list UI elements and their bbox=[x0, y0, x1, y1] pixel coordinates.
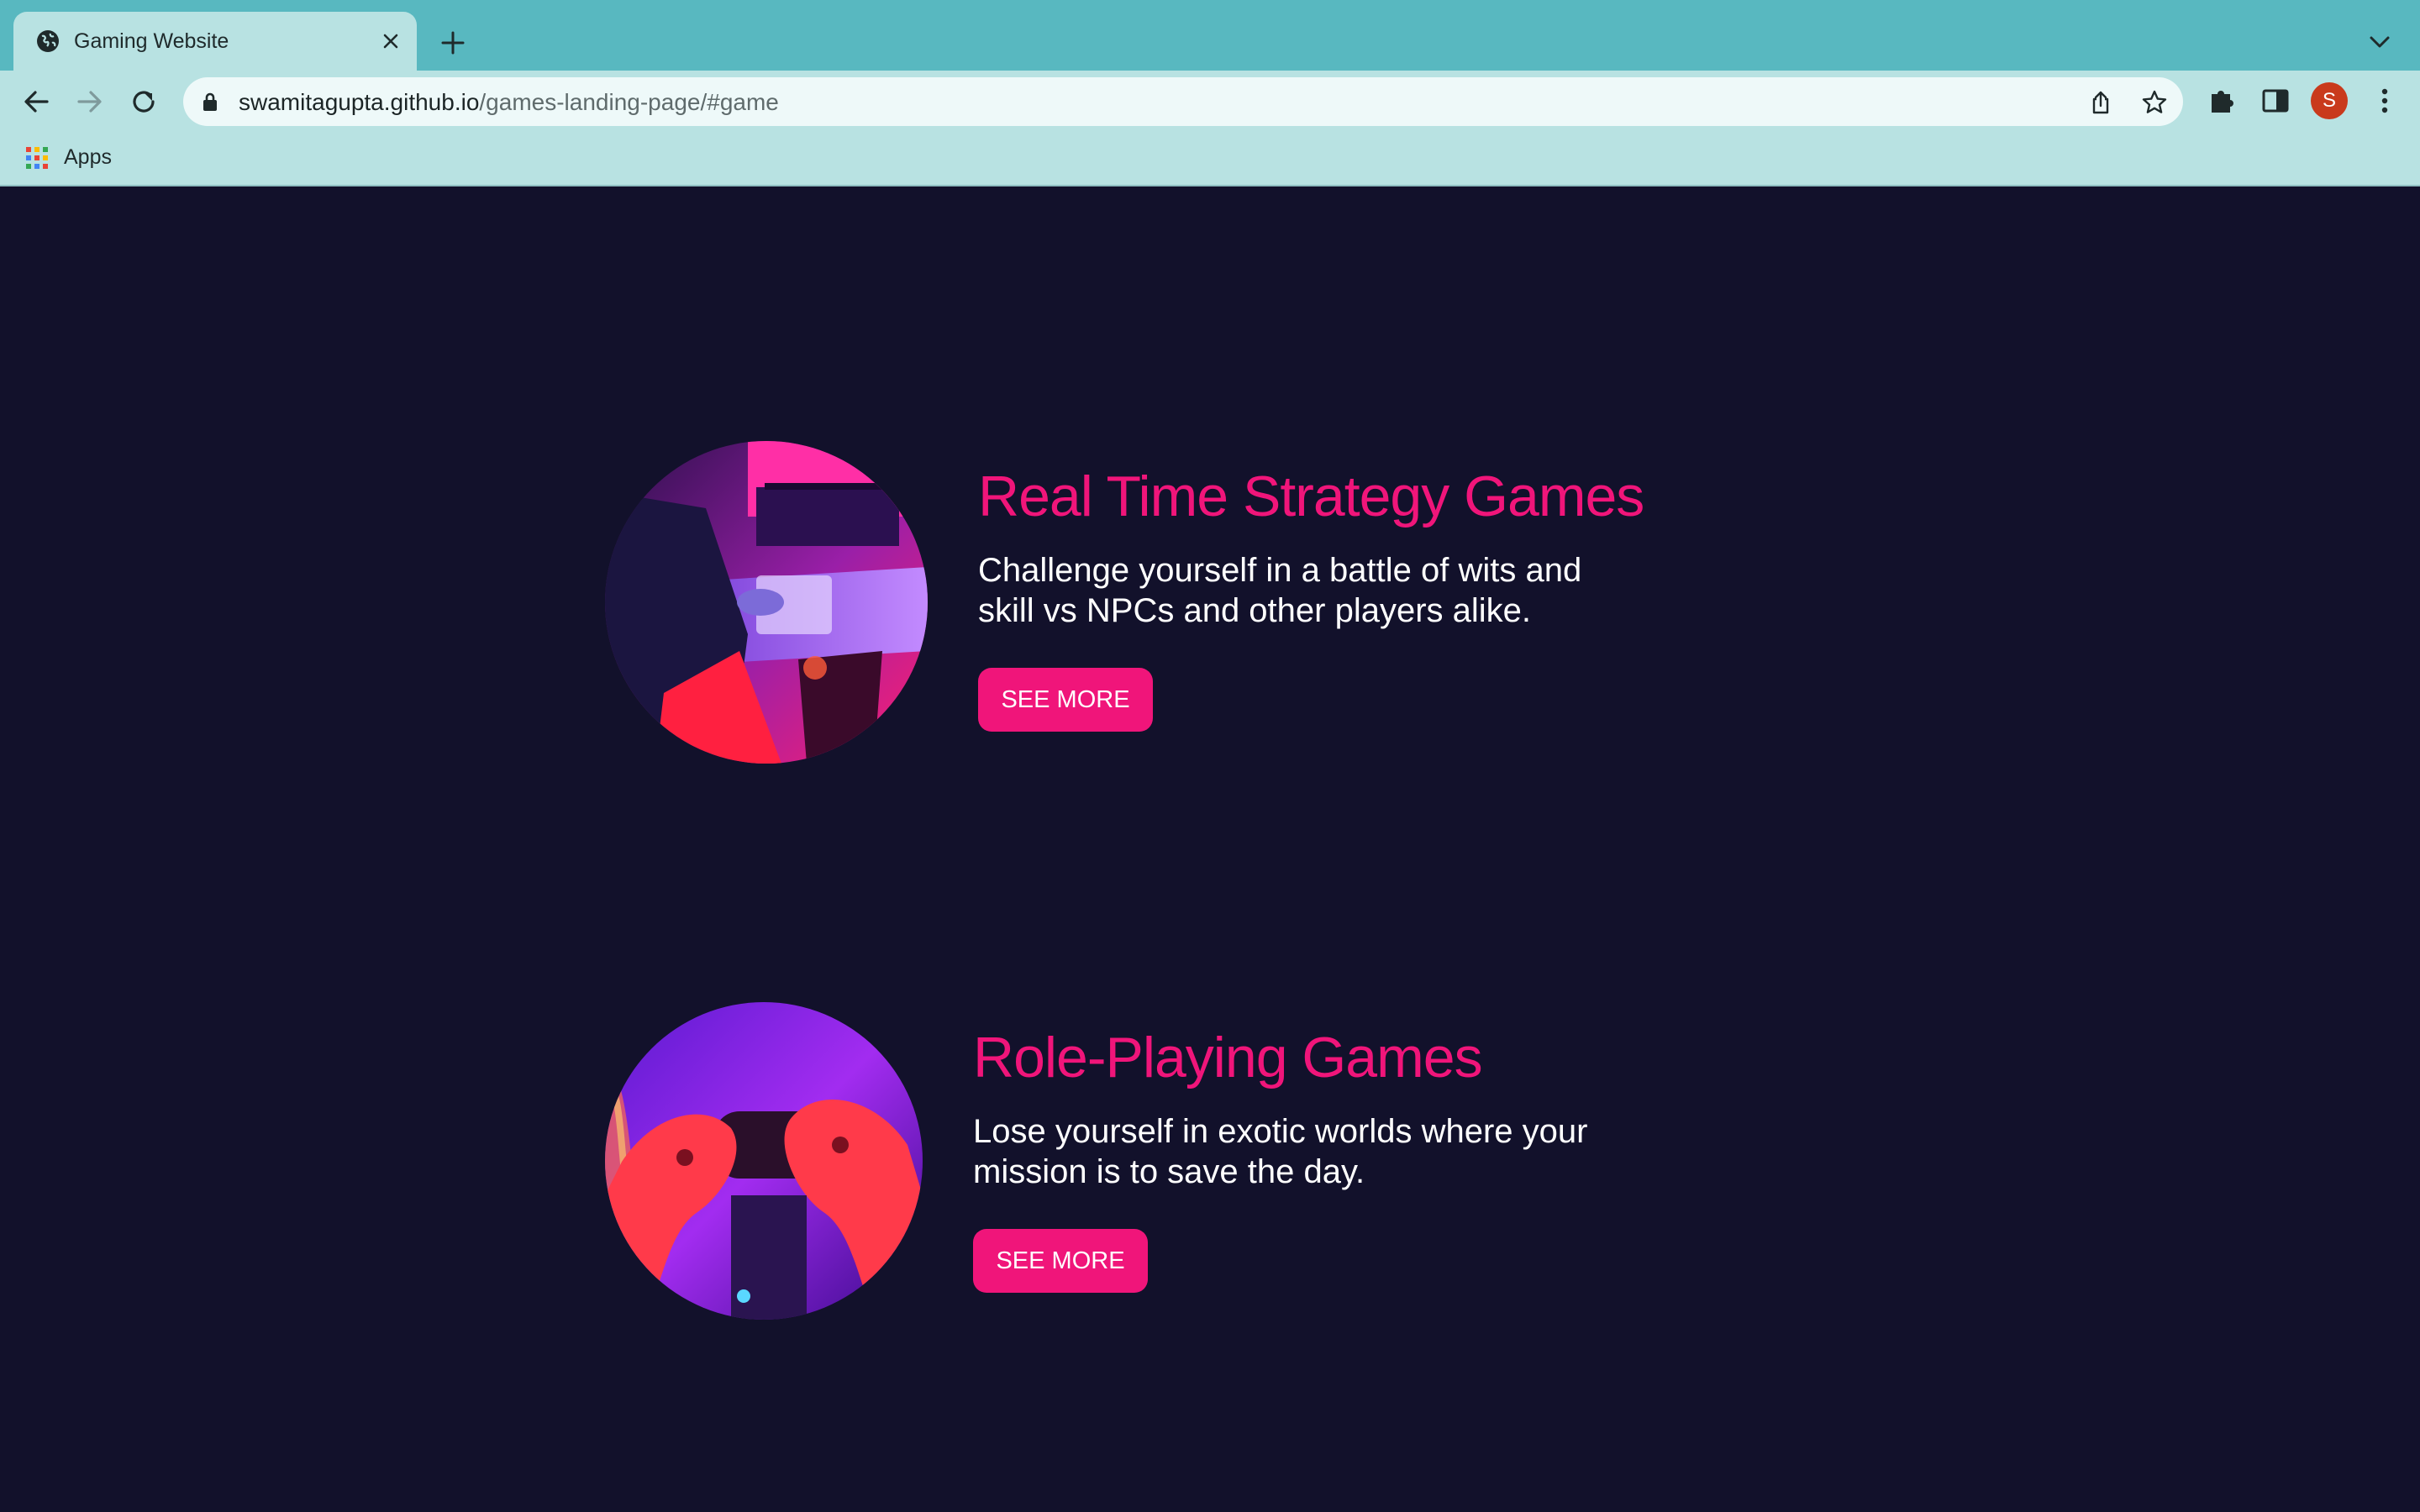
more-menu-icon[interactable] bbox=[2368, 84, 2402, 118]
hands-holding-controller-photo bbox=[605, 1002, 923, 1320]
reload-icon[interactable] bbox=[128, 86, 160, 118]
side-panel-icon[interactable] bbox=[2259, 84, 2292, 118]
game-description: Lose yourself in exotic worlds where you… bbox=[973, 1113, 1588, 1190]
url-text[interactable]: swamitagupta.github.io/games-landing-pag… bbox=[239, 89, 779, 116]
star-icon[interactable] bbox=[2141, 89, 2168, 116]
chevron-down-icon[interactable] bbox=[2366, 30, 2393, 54]
new-tab-icon[interactable] bbox=[439, 29, 467, 57]
game-title: Real Time Strategy Games bbox=[978, 465, 1644, 528]
game-card-rpg: Role-Playing Games Lose yourself in exot… bbox=[605, 1002, 1697, 1330]
globe-icon bbox=[37, 30, 59, 52]
back-arrow-icon[interactable] bbox=[20, 86, 52, 118]
url-path: /games-landing-page/#game bbox=[479, 89, 779, 115]
close-icon[interactable] bbox=[378, 29, 403, 54]
apps-grid-icon[interactable] bbox=[25, 146, 49, 170]
lock-icon[interactable] bbox=[200, 91, 220, 113]
see-more-button[interactable]: SEE MORE bbox=[973, 1229, 1148, 1293]
browser-chrome: Gaming Website swamitagupta.github.io/ga… bbox=[0, 0, 2420, 186]
gamer-at-desk-photo bbox=[605, 441, 928, 764]
see-more-button[interactable]: SEE MORE bbox=[978, 668, 1153, 732]
profile-avatar[interactable]: S bbox=[2311, 82, 2348, 119]
toolbar: swamitagupta.github.io/games-landing-pag… bbox=[0, 71, 2420, 131]
game-card-rts: Real Time Strategy Games Challenge yours… bbox=[605, 441, 1697, 769]
bookmarks-bar: Apps bbox=[0, 134, 2420, 181]
tab-strip: Gaming Website bbox=[0, 0, 2420, 71]
game-title: Role-Playing Games bbox=[973, 1026, 1483, 1089]
game-description: Challenge yourself in a battle of wits a… bbox=[978, 552, 1582, 629]
extensions-puzzle-icon[interactable] bbox=[2205, 84, 2238, 118]
tab-title: Gaming Website bbox=[74, 29, 229, 53]
address-bar[interactable]: swamitagupta.github.io/games-landing-pag… bbox=[183, 77, 2183, 126]
forward-arrow-icon[interactable] bbox=[74, 86, 106, 118]
url-host: swamitagupta.github.io bbox=[239, 89, 480, 115]
game-section: Real Time Strategy Games Challenge yours… bbox=[0, 186, 2420, 1512]
browser-tab[interactable]: Gaming Website bbox=[13, 12, 417, 71]
share-icon[interactable] bbox=[2087, 89, 2114, 116]
apps-bookmark[interactable]: Apps bbox=[64, 144, 112, 170]
